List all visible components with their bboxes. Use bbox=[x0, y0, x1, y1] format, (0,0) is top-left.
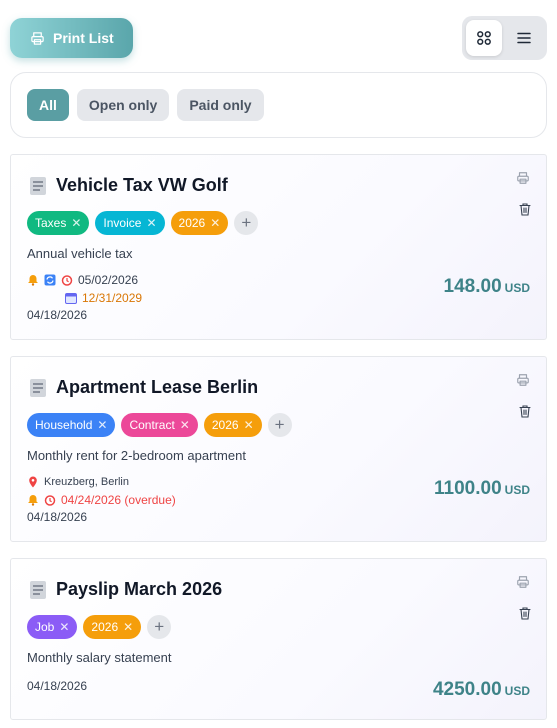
location: Kreuzberg, Berlin bbox=[44, 476, 129, 488]
document-icon bbox=[29, 378, 47, 398]
add-tag-button[interactable]: + bbox=[234, 211, 259, 235]
reminder-date: 04/24/2026 (overdue) bbox=[61, 493, 176, 507]
document-card[interactable]: Apartment Lease Berlin Household ✕ Contra… bbox=[10, 356, 547, 542]
calendar-icon bbox=[65, 293, 77, 304]
tag-list: Taxes ✕ Invoice ✕ 2026 ✕ + bbox=[27, 211, 259, 235]
grid-icon bbox=[477, 31, 491, 45]
tag-list: Household ✕ Contract ✕ 2026 ✕ + bbox=[27, 413, 292, 437]
currency: USD bbox=[504, 483, 530, 497]
document-card[interactable]: Vehicle Tax VW Golf Taxes ✕ Invoice ✕ 2026… bbox=[10, 154, 547, 340]
created-date: 04/18/2026 bbox=[27, 679, 88, 693]
add-tag-button[interactable]: + bbox=[147, 615, 172, 639]
card-title: Vehicle Tax VW Golf bbox=[56, 175, 228, 195]
document-icon bbox=[29, 580, 47, 600]
alarm-clock-icon bbox=[44, 495, 56, 506]
remove-tag-icon[interactable]: ✕ bbox=[210, 216, 220, 230]
reminder-date: 05/02/2026 bbox=[78, 273, 139, 287]
alarm-clock-icon bbox=[61, 275, 73, 286]
bell-icon bbox=[28, 495, 38, 506]
card-amount: 4250.00 USD bbox=[432, 679, 530, 700]
tag-chip[interactable]: 2026 ✕ bbox=[83, 615, 142, 639]
view-toggle bbox=[462, 16, 547, 60]
remove-tag-icon[interactable]: ✕ bbox=[59, 620, 69, 634]
trash-icon[interactable] bbox=[519, 405, 531, 418]
document-card[interactable]: Payslip March 2026 Job ✕ 2026 ✕ + Monthly … bbox=[10, 558, 547, 720]
tag-chip[interactable]: Job ✕ bbox=[27, 615, 78, 639]
print-icon[interactable] bbox=[516, 575, 530, 589]
document-icon bbox=[29, 176, 47, 196]
list-view-button[interactable] bbox=[506, 20, 542, 56]
filter-open-only-button[interactable]: Open only bbox=[76, 89, 170, 121]
tag-chip[interactable]: 2026 ✕ bbox=[203, 413, 262, 437]
currency: USD bbox=[504, 281, 530, 295]
card-meta: 05/02/2026 12/31/2029 bbox=[27, 271, 142, 307]
card-amount: 148.00 USD bbox=[443, 276, 530, 297]
list-icon bbox=[517, 32, 531, 44]
print-list-button[interactable]: Print List bbox=[10, 18, 133, 58]
filter-all-button[interactable]: All bbox=[27, 89, 69, 121]
print-list-label: Print List bbox=[53, 30, 114, 46]
card-description: Annual vehicle tax bbox=[27, 246, 133, 261]
tag-chip[interactable]: Household ✕ bbox=[27, 413, 116, 437]
remove-tag-icon[interactable]: ✕ bbox=[146, 216, 156, 230]
card-description: Monthly rent for 2-bedroom apartment bbox=[27, 448, 246, 463]
card-amount: 1100.00 USD bbox=[434, 478, 530, 499]
trash-icon[interactable] bbox=[519, 203, 531, 216]
card-title: Payslip March 2026 bbox=[56, 579, 223, 599]
tag-list: Job ✕ 2026 ✕ + bbox=[27, 615, 172, 639]
created-date: 04/18/2026 bbox=[27, 308, 88, 322]
filter-paid-only-button[interactable]: Paid only bbox=[177, 89, 264, 121]
due-date: 12/31/2029 bbox=[82, 291, 143, 305]
remove-tag-icon[interactable]: ✕ bbox=[244, 418, 254, 432]
printer-icon bbox=[31, 31, 44, 45]
grid-view-button[interactable] bbox=[466, 20, 502, 56]
bell-icon bbox=[28, 275, 38, 286]
location-pin-icon bbox=[29, 476, 37, 488]
repeat-icon bbox=[44, 274, 56, 286]
tag-chip[interactable]: Contract ✕ bbox=[121, 413, 198, 437]
remove-tag-icon[interactable]: ✕ bbox=[123, 620, 133, 634]
tag-chip[interactable]: Taxes ✕ bbox=[27, 211, 90, 235]
toolbar: Print List bbox=[10, 16, 547, 60]
remove-tag-icon[interactable]: ✕ bbox=[97, 418, 107, 432]
filter-bar: All Open only Paid only bbox=[10, 72, 547, 138]
tag-chip[interactable]: 2026 ✕ bbox=[170, 211, 229, 235]
remove-tag-icon[interactable]: ✕ bbox=[71, 216, 81, 230]
card-meta: Kreuzberg, Berlin 04/24/2026 (overdue) bbox=[27, 473, 176, 509]
add-tag-button[interactable]: + bbox=[267, 413, 292, 437]
card-description: Monthly salary statement bbox=[27, 650, 172, 665]
created-date: 04/18/2026 bbox=[27, 510, 88, 524]
print-icon[interactable] bbox=[516, 373, 530, 387]
card-title: Apartment Lease Berlin bbox=[56, 377, 259, 397]
trash-icon[interactable] bbox=[519, 607, 531, 620]
print-icon[interactable] bbox=[516, 171, 530, 185]
currency: USD bbox=[504, 684, 530, 698]
tag-chip[interactable]: Invoice ✕ bbox=[95, 211, 165, 235]
remove-tag-icon[interactable]: ✕ bbox=[180, 418, 190, 432]
